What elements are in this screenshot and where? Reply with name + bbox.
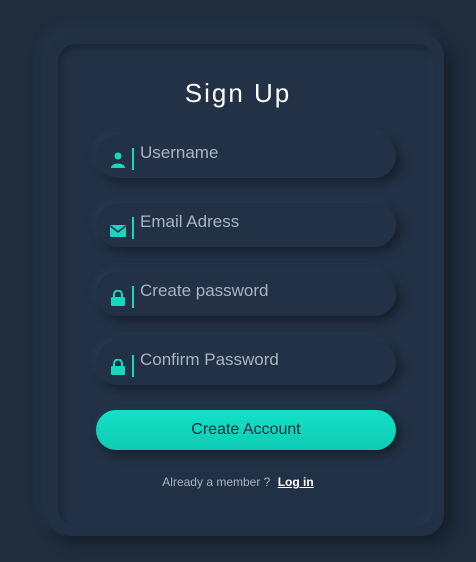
field-divider [132,286,134,308]
login-link[interactable]: Log in [278,475,314,489]
username-field-wrapper[interactable] [96,131,396,178]
envelope-icon [110,213,126,237]
login-prompt: Already a member ? Log in [0,475,476,489]
field-divider [132,217,134,239]
confirm-password-field-wrapper[interactable] [96,338,396,385]
email-input[interactable] [140,200,380,244]
page-title: Sign Up [184,78,292,108]
email-field-wrapper[interactable] [96,200,396,247]
user-icon [110,144,126,168]
field-divider [132,355,134,377]
create-password-input[interactable] [140,269,380,313]
lock-icon [110,351,126,375]
member-text: Already a member ? [162,475,271,489]
confirm-password-input[interactable] [140,338,380,382]
lock-icon [110,282,126,306]
field-divider [132,148,134,170]
create-password-field-wrapper[interactable] [96,269,396,316]
username-input[interactable] [140,131,380,175]
create-account-button[interactable]: Create Account [96,410,396,450]
